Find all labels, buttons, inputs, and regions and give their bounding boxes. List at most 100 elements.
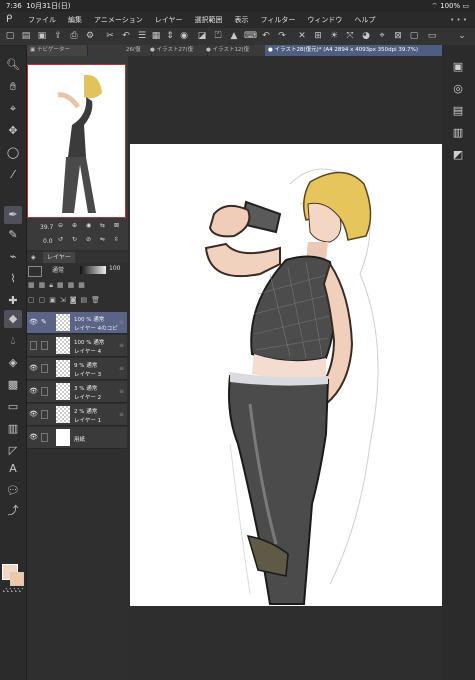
layer-lock-box[interactable] xyxy=(41,410,48,419)
bucket-icon[interactable]: ▲ xyxy=(228,30,240,42)
flip-icon[interactable]: ⇆ xyxy=(100,222,105,229)
open-icon[interactable]: ▤ xyxy=(20,30,32,42)
brush-icon[interactable]: ⌁ xyxy=(4,248,22,266)
navigator-preview[interactable] xyxy=(27,64,126,218)
tab-navigator[interactable]: ▣ ナビゲーター xyxy=(27,45,88,56)
correction-icon[interactable]: ⤴ xyxy=(4,502,22,520)
deselect-icon[interactable]: ⊠ xyxy=(392,30,404,42)
reset-view-icon[interactable]: ⊠ xyxy=(114,222,119,229)
eyedropper-icon[interactable]: ⁄ xyxy=(4,166,22,184)
copy-layer-icon[interactable]: ▤ xyxy=(81,296,92,304)
menu-layer[interactable]: レイヤー xyxy=(149,12,189,28)
new-vector-icon[interactable]: ▢ xyxy=(39,296,50,304)
layer-row[interactable]: 👁︎ 3 % 通常 レイヤー 2 ≡ xyxy=(27,381,127,403)
settings-icon[interactable]: ⚙ xyxy=(84,30,96,42)
transform-icon[interactable]: ⤧ xyxy=(344,30,356,42)
menu-animation[interactable]: アニメーション xyxy=(88,12,149,28)
color-set-icon[interactable]: ◩ xyxy=(450,147,466,163)
decoration-icon[interactable]: ✚ xyxy=(4,292,22,310)
print-icon[interactable]: ⎙ xyxy=(68,30,80,42)
ruler-link-icon[interactable]: ▦ xyxy=(78,281,89,289)
select-all-icon[interactable]: ⊞ xyxy=(312,30,324,42)
eraser-icon[interactable]: ◆ xyxy=(4,310,22,328)
zoom-out-icon[interactable]: ⊖ xyxy=(58,222,63,229)
hand-icon[interactable]: ✋︎ xyxy=(4,78,22,96)
clip-icon[interactable]: ▦ xyxy=(28,281,39,289)
cursor-icon[interactable]: ⌖ xyxy=(376,30,388,42)
app-logo-icon[interactable]: ᑭ xyxy=(6,12,12,28)
tab-doc-28[interactable]: ● イラスト28(復元)* (A4 2894 x 4093px 350dpi 3… xyxy=(265,45,448,56)
visibility-checkbox[interactable] xyxy=(30,341,37,350)
undo-icon[interactable]: ↶ xyxy=(120,30,132,42)
drag-handle-icon[interactable]: ≡ xyxy=(119,388,124,395)
flip-v-icon[interactable]: ⇳ xyxy=(114,236,119,243)
layer-pen-icon[interactable]: ✎ xyxy=(41,318,48,327)
rotate-right-icon[interactable]: ↻ xyxy=(72,236,77,243)
layer-panel-title[interactable]: レイヤー xyxy=(43,252,75,263)
blend-mode-icon[interactable] xyxy=(28,266,42,277)
drag-handle-icon[interactable]: ≡ xyxy=(119,342,124,349)
eye-icon[interactable]: 👁︎ xyxy=(29,318,38,326)
drawing-canvas[interactable] xyxy=(130,144,442,606)
sub-color-swatch[interactable] xyxy=(10,572,24,586)
gradient-icon[interactable]: ▩ xyxy=(4,376,22,394)
export-icon[interactable]: ⇪ xyxy=(52,30,64,42)
fill-icon[interactable]: ◪ xyxy=(196,30,208,42)
zoom-in-icon[interactable]: ⊕ xyxy=(72,222,77,229)
collapse-icon[interactable]: ⌄ xyxy=(456,30,468,42)
panel-toggle-icon[interactable]: ▣ xyxy=(450,59,466,75)
menu-window[interactable]: ウィンドウ xyxy=(301,12,348,28)
trash-icon[interactable]: 🗑︎ xyxy=(91,296,104,304)
layer-row[interactable]: 👁︎ ✎ 100 % 通常 レイヤー 4のコピ ≡ xyxy=(27,312,127,334)
cut-icon[interactable]: ✂ xyxy=(104,30,116,42)
mask-add-icon[interactable]: ◙ xyxy=(70,296,81,304)
camera-icon[interactable]: ◉ xyxy=(178,30,190,42)
frame-icon[interactable]: ▢ xyxy=(408,30,420,42)
window-icon[interactable]: ▭ xyxy=(426,30,438,42)
undo-redo-icon[interactable]: ↷ xyxy=(276,30,288,42)
pencil-icon[interactable]: ✎ xyxy=(4,226,22,244)
color-drop-icon[interactable]: ◕ xyxy=(360,30,372,42)
operation-icon[interactable]: ⌖ xyxy=(4,100,22,118)
fit-icon[interactable]: ◉ xyxy=(86,222,91,229)
layer-lock-box[interactable] xyxy=(41,364,48,373)
more-icon[interactable]: • • • xyxy=(450,12,467,28)
eye-icon[interactable]: 👁︎ xyxy=(29,433,38,441)
figure-icon[interactable]: ▭ xyxy=(4,398,22,416)
material-icon[interactable]: ◎ xyxy=(450,81,466,97)
layer-lock-box[interactable] xyxy=(41,387,48,396)
lock-icon[interactable]: 🔒︎ xyxy=(49,281,57,289)
layer-row[interactable]: 100 % 通常 レイヤー 4 ≡ xyxy=(27,335,127,357)
transparent-color-chip[interactable] xyxy=(3,588,23,592)
clear-icon[interactable]: ✕ xyxy=(296,30,308,42)
color-chips[interactable] xyxy=(2,564,24,586)
tab-doc-12[interactable]: ● イラスト12(復 xyxy=(203,45,270,56)
grid-icon[interactable]: ▦ xyxy=(150,30,162,42)
drag-handle-icon[interactable]: ≡ xyxy=(119,411,124,418)
move-layer-icon[interactable]: ✥ xyxy=(4,122,22,140)
text-icon[interactable]: A xyxy=(4,460,22,478)
layer-row[interactable]: 👁︎ 2 % 通常 レイヤー 1 ≡ xyxy=(27,404,127,426)
blend-mode-select[interactable]: 通常 xyxy=(52,265,64,274)
mask-icon[interactable]: ▦ xyxy=(68,281,79,289)
flip-h-icon[interactable]: ⇋ xyxy=(100,236,105,243)
frame-border-icon[interactable]: ▥ xyxy=(4,420,22,438)
lock-alpha-icon[interactable]: ▦ xyxy=(57,281,68,289)
layer-lock-box[interactable] xyxy=(41,433,48,442)
new-folder-icon[interactable]: ▣ xyxy=(49,296,60,304)
menu-view[interactable]: 表示 xyxy=(229,12,255,28)
layer-row[interactable]: 👁︎ 9 % 通常 レイヤー 3 ≡ xyxy=(27,358,127,380)
rotate-left-icon[interactable]: ↺ xyxy=(58,236,63,243)
fill-tool-icon[interactable]: ◈ xyxy=(4,354,22,372)
menu-filter[interactable]: フィルター xyxy=(255,12,302,28)
save-icon[interactable]: ▣ xyxy=(36,30,48,42)
airbrush-icon[interactable]: ⌇ xyxy=(4,270,22,288)
blend-icon[interactable]: 💧︎ xyxy=(4,332,22,350)
drag-handle-icon[interactable]: ≡ xyxy=(119,365,124,372)
layer-property-icon[interactable]: ▤ xyxy=(450,103,466,119)
drag-handle-icon[interactable]: ≡ xyxy=(119,319,124,326)
eye-icon[interactable]: 👁︎ xyxy=(29,410,38,418)
layer-lock-box[interactable] xyxy=(41,341,48,350)
new-file-icon[interactable]: ▢ xyxy=(4,30,16,42)
menu-edit[interactable]: 編集 xyxy=(62,12,88,28)
